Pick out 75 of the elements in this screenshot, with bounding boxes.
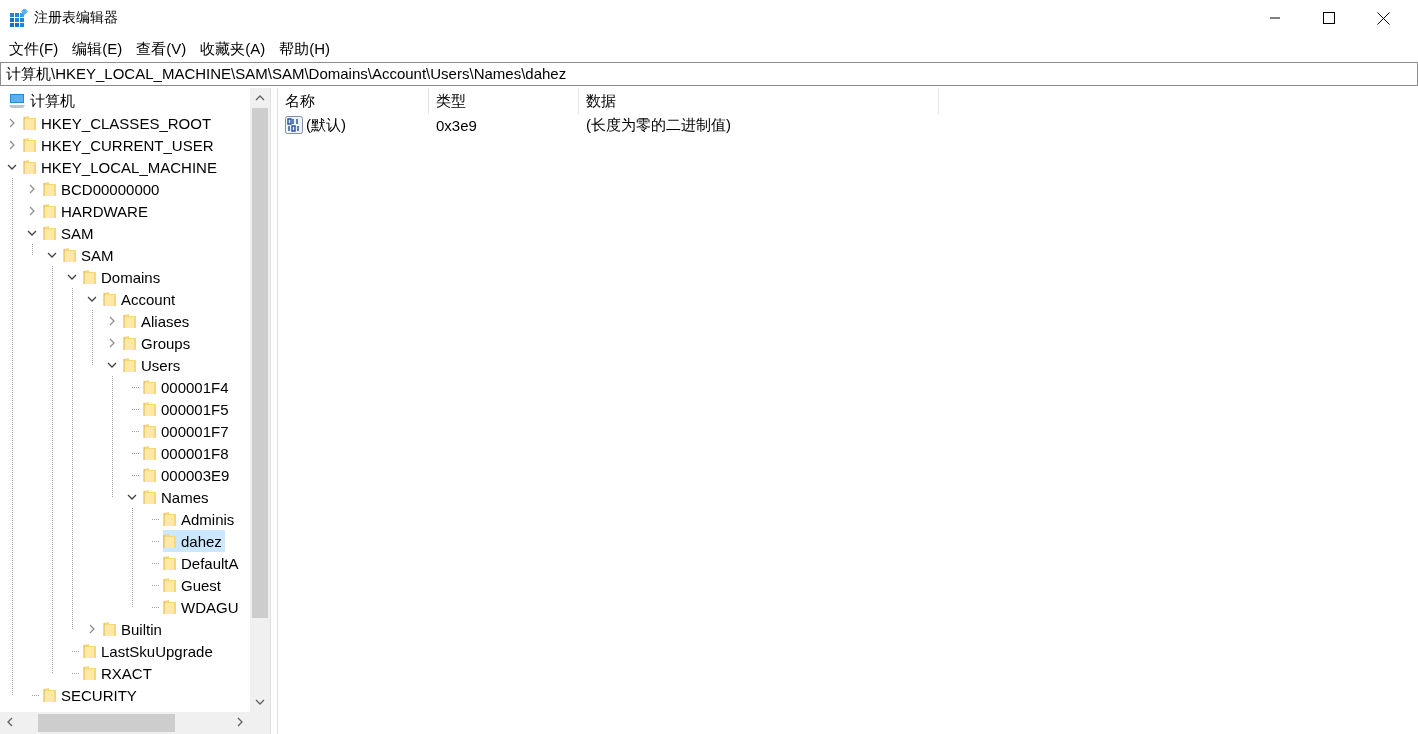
tree-item[interactable]: Names bbox=[143, 486, 212, 508]
folder-icon bbox=[163, 555, 177, 571]
column-header[interactable]: 数据 bbox=[579, 88, 939, 114]
folder-icon bbox=[163, 511, 177, 527]
folder-icon bbox=[143, 401, 157, 417]
folder-icon bbox=[23, 159, 37, 175]
column-header[interactable]: 名称 bbox=[278, 88, 429, 114]
column-header[interactable]: 类型 bbox=[429, 88, 579, 114]
tree-item[interactable]: WDAGU bbox=[163, 596, 242, 618]
menu-item[interactable]: 收藏夹(A) bbox=[193, 37, 273, 61]
tree-item[interactable]: SAM bbox=[43, 222, 97, 244]
value-name: (默认) bbox=[306, 115, 346, 135]
menu-item[interactable]: 帮助(H) bbox=[272, 37, 337, 61]
folder-icon bbox=[163, 599, 177, 615]
scrollbar-thumb[interactable] bbox=[252, 108, 268, 618]
tree-item[interactable]: DefaultA bbox=[163, 552, 242, 574]
menu-item[interactable]: 编辑(E) bbox=[65, 37, 130, 61]
folder-icon bbox=[63, 247, 77, 263]
maximize-icon bbox=[1323, 12, 1335, 24]
value-data: (长度为零的二进制值) bbox=[586, 115, 731, 135]
tree-item[interactable]: Domains bbox=[83, 266, 164, 288]
registry-icon bbox=[10, 9, 28, 27]
folder-icon bbox=[83, 643, 97, 659]
tree-item[interactable]: HKEY_LOCAL_MACHINE bbox=[23, 156, 220, 178]
folder-icon bbox=[143, 445, 157, 461]
tree-item[interactable]: Groups bbox=[123, 332, 194, 354]
folder-icon bbox=[103, 621, 117, 637]
binary-value-icon bbox=[285, 116, 303, 134]
tree-item[interactable]: Account bbox=[103, 288, 179, 310]
folder-icon bbox=[43, 687, 57, 703]
folder-icon bbox=[123, 313, 137, 329]
tree-item[interactable]: 000001F5 bbox=[143, 398, 232, 420]
folder-icon bbox=[123, 335, 137, 351]
tree-item[interactable]: 000001F7 bbox=[143, 420, 232, 442]
folder-icon bbox=[163, 533, 177, 549]
scrollbar-thumb[interactable] bbox=[38, 714, 175, 732]
tree-item[interactable]: HARDWARE bbox=[43, 200, 151, 222]
folder-icon bbox=[143, 489, 157, 505]
folder-icon bbox=[23, 137, 37, 153]
window-title: 注册表编辑器 bbox=[34, 9, 119, 27]
tree-item[interactable]: Guest bbox=[163, 574, 225, 596]
computer-icon bbox=[8, 93, 26, 109]
tree-item[interactable]: dahez bbox=[163, 530, 225, 552]
tree-item[interactable]: Aliases bbox=[123, 310, 193, 332]
folder-icon bbox=[43, 203, 57, 219]
folder-icon bbox=[123, 357, 137, 373]
tree-item[interactable]: HKEY_CLASSES_ROOT bbox=[23, 112, 215, 134]
value-type: 0x3e9 bbox=[436, 116, 477, 134]
tree-item[interactable]: LastSkuUpgrade bbox=[83, 640, 216, 662]
folder-icon bbox=[103, 291, 117, 307]
tree-item[interactable]: SAM bbox=[63, 244, 117, 266]
address-bar[interactable]: 计算机\HKEY_LOCAL_MACHINE\SAM\SAM\Domains\Account\Users\Names\dahez bbox=[0, 62, 1418, 86]
folder-icon bbox=[43, 181, 57, 197]
folder-icon bbox=[83, 665, 97, 681]
tree-item[interactable]: SECURITY bbox=[43, 684, 140, 706]
menu-item[interactable]: 查看(V) bbox=[129, 37, 194, 61]
folder-icon bbox=[43, 225, 57, 241]
menu-item[interactable]: 文件(F) bbox=[2, 37, 66, 61]
folder-icon bbox=[23, 115, 37, 131]
tree-item[interactable]: Builtin bbox=[103, 618, 165, 640]
folder-icon bbox=[143, 379, 157, 395]
folder-icon bbox=[163, 577, 177, 593]
tree-item[interactable]: 000001F4 bbox=[143, 376, 232, 398]
tree-item[interactable]: 计算机 bbox=[8, 90, 78, 112]
tree-item[interactable]: 000003E9 bbox=[143, 464, 233, 486]
tree-item[interactable]: BCD00000000 bbox=[43, 178, 163, 200]
folder-icon bbox=[143, 467, 157, 483]
tree-item[interactable]: 000001F8 bbox=[143, 442, 232, 464]
folder-icon bbox=[143, 423, 157, 439]
tree-item[interactable]: RXACT bbox=[83, 662, 155, 684]
tree-item[interactable]: Adminis bbox=[163, 508, 238, 530]
folder-icon bbox=[83, 269, 97, 285]
tree-item[interactable]: HKEY_CURRENT_USER bbox=[23, 134, 217, 156]
close-icon bbox=[1376, 11, 1390, 25]
tree-item[interactable]: Users bbox=[123, 354, 184, 376]
